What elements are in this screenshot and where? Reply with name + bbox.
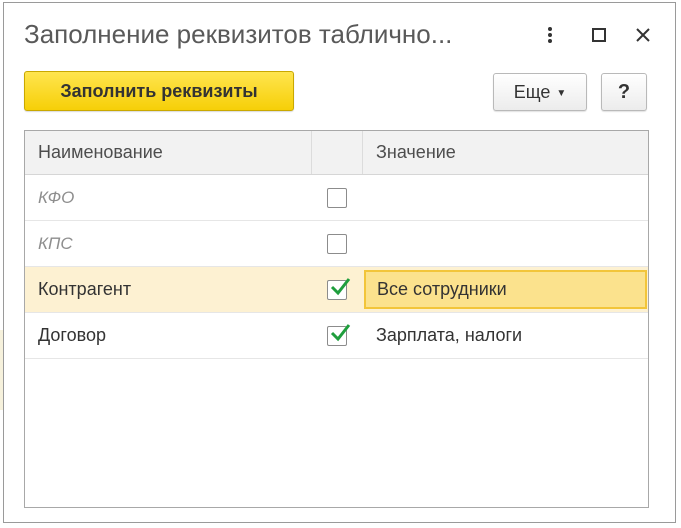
row-name-cell[interactable]: Договор [25,313,311,358]
caret-down-icon: ▼ [556,87,567,99]
table-row[interactable]: КПС [25,221,648,267]
fill-requisites-button[interactable]: Заполнить реквизиты [24,71,294,111]
table-header: Наименование Значение [25,131,648,175]
more-menu-button[interactable] [538,23,562,47]
maximize-icon [592,28,606,42]
table-row[interactable]: КФО [25,175,648,221]
check-icon [330,323,351,341]
help-button[interactable]: ? [601,73,647,111]
row-checkbox[interactable] [327,233,347,254]
close-button[interactable] [631,23,655,47]
row-name-cell[interactable]: КФО [25,175,311,220]
row-checkbox[interactable] [327,187,347,208]
more-actions-button[interactable]: Еще ▼ [493,73,587,111]
row-name-cell[interactable]: Контрагент [25,267,311,312]
row-checkbox[interactable] [327,323,351,346]
table-row[interactable]: Контрагент Все сотрудники [25,267,648,313]
title-bar: Заполнение реквизитов таблично... [4,3,675,65]
column-header-name[interactable]: Наименование [25,131,311,174]
row-checkbox[interactable] [327,277,351,300]
maximize-button[interactable] [587,23,611,47]
row-value-cell[interactable] [363,221,648,266]
row-name-cell[interactable]: КПС [25,221,311,266]
close-icon [636,28,650,42]
more-actions-label: Еще [513,81,551,102]
column-header-check[interactable] [311,131,363,174]
check-icon [330,277,351,295]
row-value-cell[interactable] [363,175,648,220]
window-title: Заполнение реквизитов таблично... [24,19,453,49]
table-row[interactable]: Договор Зарплата, налоги [25,313,648,359]
row-value-cell[interactable]: Все сотрудники [364,270,647,309]
column-header-value[interactable]: Значение [363,131,648,174]
row-check-cell [311,221,363,266]
row-check-cell [311,267,363,312]
row-check-cell [311,175,363,220]
vertical-dots-icon [548,27,552,43]
toolbar: Заполнить реквизиты Еще ▼ ? [4,71,675,115]
row-check-cell [311,313,363,358]
row-value-cell[interactable]: Зарплата, налоги [363,313,648,358]
requisites-table: Наименование Значение КФО КПС Контрагент Вс… [24,130,649,508]
dialog-window: Заполнение реквизитов таблично... Заполн… [3,2,676,523]
